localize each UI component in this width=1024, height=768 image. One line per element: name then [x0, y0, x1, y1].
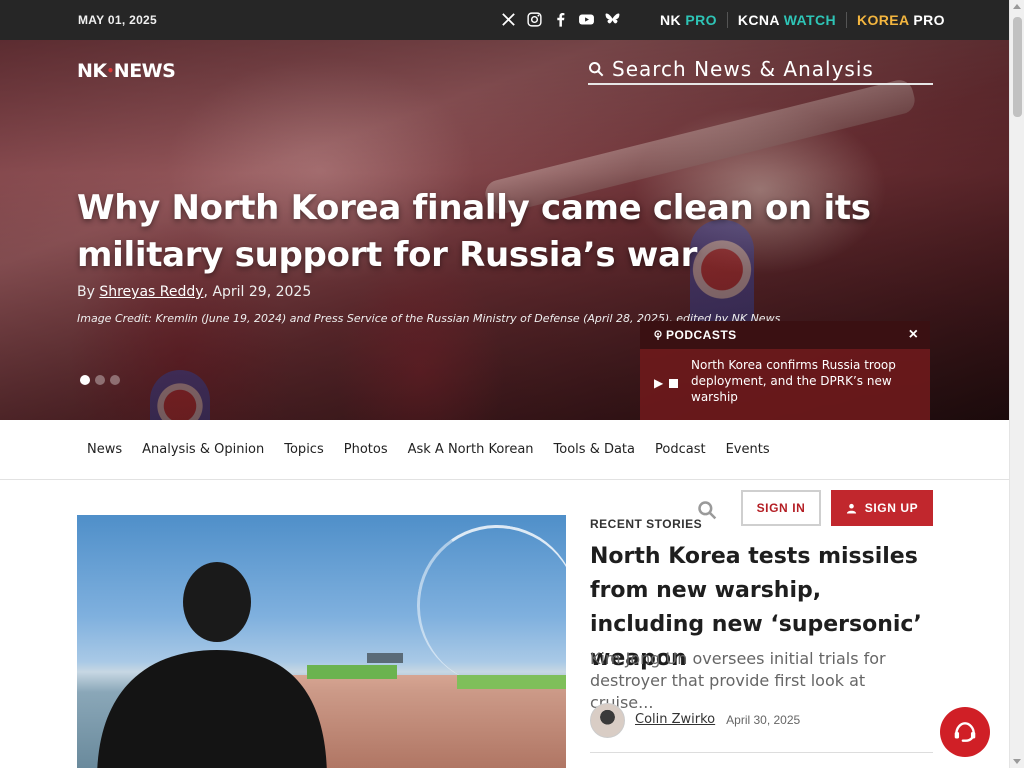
korea-pro-link[interactable]: KOREA PRO — [846, 12, 955, 28]
nav-item-tools-data[interactable]: Tools & Data — [544, 442, 645, 457]
main-nav: News Analysis & Opinion Topics Photos As… — [0, 420, 1009, 480]
social-links — [500, 11, 621, 28]
play-icon[interactable]: ▶ — [654, 376, 663, 390]
warship-shape — [367, 653, 403, 663]
kcna-watch-link[interactable]: KCNA WATCH — [726, 12, 846, 28]
hero-date: , April 29, 2025 — [203, 284, 312, 300]
recent-stories-label: RECENT STORIES — [590, 517, 703, 531]
hero-byline: By Shreyas Reddy, April 29, 2025 — [77, 284, 311, 300]
podcast-header: PODCASTS — [640, 321, 930, 349]
logo-left: NK — [77, 60, 107, 82]
korea-pro-second: PRO — [913, 12, 945, 28]
author-link[interactable]: Colin Zwirko — [635, 712, 715, 727]
avatar[interactable] — [590, 703, 625, 738]
nk-pro-first: NK — [660, 12, 682, 28]
search-placeholder: Search News & Analysis — [612, 57, 874, 81]
bluesky-icon[interactable] — [604, 11, 621, 28]
slider-dot-2[interactable] — [95, 375, 105, 385]
slider-dots — [80, 375, 120, 385]
kcna-watch-first: KCNA — [737, 12, 780, 28]
site-logo[interactable]: NK•NEWS — [77, 60, 176, 82]
featured-story-image[interactable] — [77, 515, 566, 768]
search-input[interactable]: Search News & Analysis — [588, 57, 933, 85]
slider-dot-1[interactable] — [80, 375, 90, 385]
scrollbar-thumb[interactable] — [1013, 17, 1022, 117]
nav-item-podcast[interactable]: Podcast — [645, 442, 716, 457]
slider-dot-3[interactable] — [110, 375, 120, 385]
leader-silhouette — [97, 562, 327, 768]
current-date: MAY 01, 2025 — [78, 13, 157, 27]
hero-banner[interactable]: NK•NEWS Search News & Analysis Why North… — [0, 40, 1009, 420]
nav-item-ask-a-north-korean[interactable]: Ask A North Korean — [398, 442, 544, 457]
hero-headline[interactable]: Why North Korea finally came clean on it… — [77, 185, 947, 279]
story-author: Colin Zwirko April 30, 2025 — [590, 703, 933, 753]
byline-prefix: By — [77, 284, 95, 300]
nk-pro-second: PRO — [685, 12, 717, 28]
korea-pro-first: KOREA — [857, 12, 910, 28]
nav-item-news[interactable]: News — [77, 442, 132, 457]
x-icon[interactable] — [500, 11, 517, 28]
hero-author-link[interactable]: Shreyas Reddy — [99, 284, 203, 300]
podcast-widget: PODCASTS × ▶ North Korea confirms Russia… — [640, 321, 930, 420]
instagram-icon[interactable] — [526, 11, 543, 28]
search-icon[interactable] — [588, 61, 604, 77]
podcast-label: PODCASTS — [666, 328, 737, 342]
stop-icon[interactable] — [669, 378, 679, 388]
kcna-watch-second: WATCH — [783, 12, 836, 28]
youtube-icon[interactable] — [578, 11, 595, 28]
nav-item-analysis-opinion[interactable]: Analysis & Opinion — [132, 442, 274, 457]
podcast-icon — [654, 330, 662, 340]
podcast-title[interactable]: North Korea confirms Russia troop deploy… — [691, 357, 911, 405]
chat-button[interactable] — [940, 707, 990, 757]
product-links: NK PRO KCNA WATCH KOREA PRO — [660, 12, 955, 28]
sign-up-button[interactable]: SIGN UP — [831, 490, 933, 526]
nav-item-photos[interactable]: Photos — [334, 442, 398, 457]
sign-in-button[interactable]: SIGN IN — [741, 490, 821, 526]
missile-trail — [404, 515, 566, 698]
nk-pro-link[interactable]: NK PRO — [660, 12, 727, 28]
scroll-down-arrow-icon[interactable] — [1013, 759, 1021, 764]
logo-right: NEWS — [113, 60, 176, 82]
user-icon — [846, 503, 856, 514]
scroll-up-arrow-icon[interactable] — [1013, 4, 1021, 9]
page-scrollbar[interactable] — [1009, 0, 1024, 768]
top-bar: MAY 01, 2025 NK PRO KCNA WATCH KOREA PRO — [0, 0, 1009, 40]
chat-icon — [954, 722, 976, 742]
sign-up-label: SIGN UP — [864, 501, 919, 515]
nav-item-events[interactable]: Events — [716, 442, 780, 457]
story-date: April 30, 2025 — [726, 713, 801, 727]
logo-dot-icon: • — [106, 64, 115, 78]
close-icon[interactable]: × — [909, 326, 918, 344]
nav-item-topics[interactable]: Topics — [274, 442, 333, 457]
podcast-controls: ▶ — [654, 376, 679, 390]
roof-shape — [457, 675, 566, 689]
facebook-icon[interactable] — [552, 11, 569, 28]
